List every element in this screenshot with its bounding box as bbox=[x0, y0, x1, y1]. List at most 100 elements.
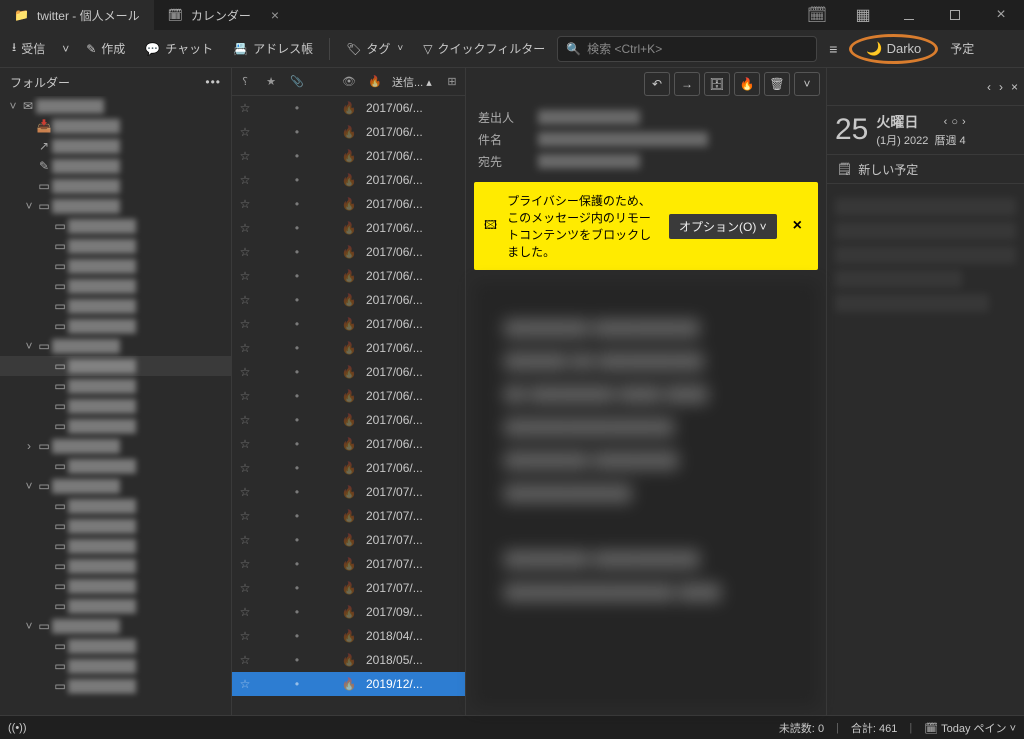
folder-item[interactable]: ˅▭████████ bbox=[0, 616, 231, 636]
tasks-icon[interactable]: ▦ bbox=[840, 0, 886, 30]
folder-item[interactable]: ▭████████ bbox=[0, 556, 231, 576]
star-col-icon[interactable]: ★ bbox=[258, 75, 284, 88]
compose-button[interactable]: ✎作成 bbox=[78, 36, 133, 61]
message-row[interactable]: ☆•🔥2017/07/... bbox=[232, 504, 465, 528]
folder-item[interactable]: ▭████████ bbox=[0, 236, 231, 256]
star-icon[interactable]: ☆ bbox=[232, 557, 258, 571]
junk-button[interactable]: 🔥 bbox=[734, 72, 760, 96]
date-column[interactable]: 送信... ▴ bbox=[388, 74, 439, 90]
folder-item[interactable]: ▭████████ bbox=[0, 416, 231, 436]
message-row[interactable]: ☆•🔥2017/06/... bbox=[232, 360, 465, 384]
star-icon[interactable]: ☆ bbox=[232, 677, 258, 691]
twisty-icon[interactable]: › bbox=[22, 439, 36, 453]
message-row[interactable]: ☆•🔥2017/06/... bbox=[232, 312, 465, 336]
event-item[interactable] bbox=[835, 294, 989, 312]
cal-prev-icon[interactable]: ‹ bbox=[987, 80, 991, 94]
folder-item[interactable]: ˅✉████████ bbox=[0, 96, 231, 116]
message-row[interactable]: ☆•🔥2017/06/... bbox=[232, 432, 465, 456]
star-icon[interactable]: ☆ bbox=[232, 245, 258, 259]
close-button[interactable]: × bbox=[978, 0, 1024, 30]
column-picker-icon[interactable]: ⊞ bbox=[439, 75, 465, 88]
correspondent-col-icon[interactable]: 👁 bbox=[336, 75, 362, 88]
folder-item[interactable]: 📥████████ bbox=[0, 116, 231, 136]
attach-col-icon[interactable]: 📎 bbox=[284, 75, 310, 88]
event-item[interactable] bbox=[835, 246, 1016, 264]
message-row[interactable]: ☆•🔥2017/06/... bbox=[232, 240, 465, 264]
folder-item[interactable]: ▭████████ bbox=[0, 176, 231, 196]
calendar-schedule-button[interactable]: 予定 bbox=[942, 36, 982, 61]
tab-calendar[interactable]: 🗓 カレンダー × bbox=[154, 0, 293, 30]
star-icon[interactable]: ☆ bbox=[232, 533, 258, 547]
message-row[interactable]: ☆•🔥2017/06/... bbox=[232, 168, 465, 192]
message-row[interactable]: ☆•🔥2017/07/... bbox=[232, 480, 465, 504]
star-icon[interactable]: ☆ bbox=[232, 149, 258, 163]
folder-item[interactable]: ˅▭████████ bbox=[0, 196, 231, 216]
star-icon[interactable]: ☆ bbox=[232, 485, 258, 499]
twisty-icon[interactable]: ˅ bbox=[22, 199, 36, 213]
folder-item[interactable]: ▭████████ bbox=[0, 276, 231, 296]
more-button[interactable]: ˅ bbox=[794, 72, 820, 96]
tag-button[interactable]: 🏷タグ˅ bbox=[338, 36, 411, 61]
message-row[interactable]: ☆•🔥2017/06/... bbox=[232, 336, 465, 360]
folder-item[interactable]: ▭████████ bbox=[0, 636, 231, 656]
cal-close-icon[interactable]: × bbox=[1011, 80, 1018, 94]
cal-next-icon[interactable]: › bbox=[999, 80, 1003, 94]
star-icon[interactable]: ☆ bbox=[232, 437, 258, 451]
star-icon[interactable]: ☆ bbox=[232, 293, 258, 307]
event-item[interactable] bbox=[835, 198, 1016, 216]
thread-col-icon[interactable]: ⸮ bbox=[232, 75, 258, 88]
message-row[interactable]: ☆•🔥2018/05/... bbox=[232, 648, 465, 672]
twisty-icon[interactable]: ˅ bbox=[22, 619, 36, 633]
folder-item[interactable]: ▭████████ bbox=[0, 496, 231, 516]
message-row[interactable]: ☆•🔥2017/07/... bbox=[232, 576, 465, 600]
message-row[interactable]: ☆•🔥2017/06/... bbox=[232, 216, 465, 240]
folder-item[interactable]: ▭████████ bbox=[0, 516, 231, 536]
message-row[interactable]: ☆•🔥2017/07/... bbox=[232, 528, 465, 552]
message-row[interactable]: ☆•🔥2017/07/... bbox=[232, 552, 465, 576]
message-row[interactable]: ☆•🔥2017/09/... bbox=[232, 600, 465, 624]
today-pane-toggle[interactable]: 🗓 Today ペイン ˅ bbox=[924, 720, 1016, 736]
star-icon[interactable]: ☆ bbox=[232, 389, 258, 403]
quickfilter-button[interactable]: ▽クイックフィルター bbox=[415, 36, 553, 61]
close-icon[interactable]: × bbox=[271, 7, 279, 23]
folder-item[interactable]: ▭████████ bbox=[0, 296, 231, 316]
twisty-icon[interactable]: ˅ bbox=[22, 479, 36, 493]
message-row[interactable]: ☆•🔥2017/06/... bbox=[232, 96, 465, 120]
star-icon[interactable]: ☆ bbox=[232, 101, 258, 115]
message-row[interactable]: ☆•🔥2018/04/... bbox=[232, 624, 465, 648]
online-icon[interactable]: ((•)) bbox=[8, 722, 27, 734]
folder-item[interactable]: ✎████████ bbox=[0, 156, 231, 176]
delete-button[interactable]: 🗑 bbox=[764, 72, 790, 96]
tab-mail[interactable]: 📁 twitter - 個人メール bbox=[0, 0, 154, 30]
folder-item[interactable]: ▭████████ bbox=[0, 656, 231, 676]
forward-button[interactable]: → bbox=[674, 72, 700, 96]
folder-item[interactable]: ▭████████ bbox=[0, 256, 231, 276]
message-row[interactable]: ☆•🔥2017/06/... bbox=[232, 384, 465, 408]
message-row[interactable]: ☆•🔥2017/06/... bbox=[232, 264, 465, 288]
star-icon[interactable]: ☆ bbox=[232, 653, 258, 667]
kebab-icon[interactable]: ••• bbox=[205, 75, 221, 89]
folder-item[interactable]: ▭████████ bbox=[0, 676, 231, 696]
message-row[interactable]: ☆•🔥2017/06/... bbox=[232, 456, 465, 480]
twisty-icon[interactable]: ˅ bbox=[6, 99, 20, 113]
star-icon[interactable]: ☆ bbox=[232, 317, 258, 331]
folder-item[interactable]: ▭████████ bbox=[0, 396, 231, 416]
folder-item[interactable]: ▭████████ bbox=[0, 356, 231, 376]
message-row[interactable]: ☆•🔥2017/06/... bbox=[232, 120, 465, 144]
receive-dropdown[interactable]: ˅ bbox=[57, 38, 74, 60]
receive-button[interactable]: ⭳受信 bbox=[4, 34, 53, 63]
folder-item[interactable]: ▭████████ bbox=[0, 576, 231, 596]
folder-item[interactable]: ▭████████ bbox=[0, 456, 231, 476]
folder-item[interactable]: ▭████████ bbox=[0, 596, 231, 616]
event-item[interactable] bbox=[835, 222, 1016, 240]
folder-item[interactable]: ▭████████ bbox=[0, 216, 231, 236]
folder-item[interactable]: ˅▭████████ bbox=[0, 336, 231, 356]
menu-button[interactable]: ≡ bbox=[821, 37, 845, 61]
cal-day-next-icon[interactable]: › bbox=[962, 116, 966, 128]
calendar-today-icon[interactable]: 🗓 bbox=[794, 0, 840, 30]
star-icon[interactable]: ☆ bbox=[232, 365, 258, 379]
folder-item[interactable]: ▭████████ bbox=[0, 376, 231, 396]
message-row[interactable]: ☆•🔥2017/06/... bbox=[232, 144, 465, 168]
chat-button[interactable]: 💬チャット bbox=[137, 36, 221, 61]
search-input[interactable]: 🔍 検索 <Ctrl+K> bbox=[557, 36, 817, 62]
